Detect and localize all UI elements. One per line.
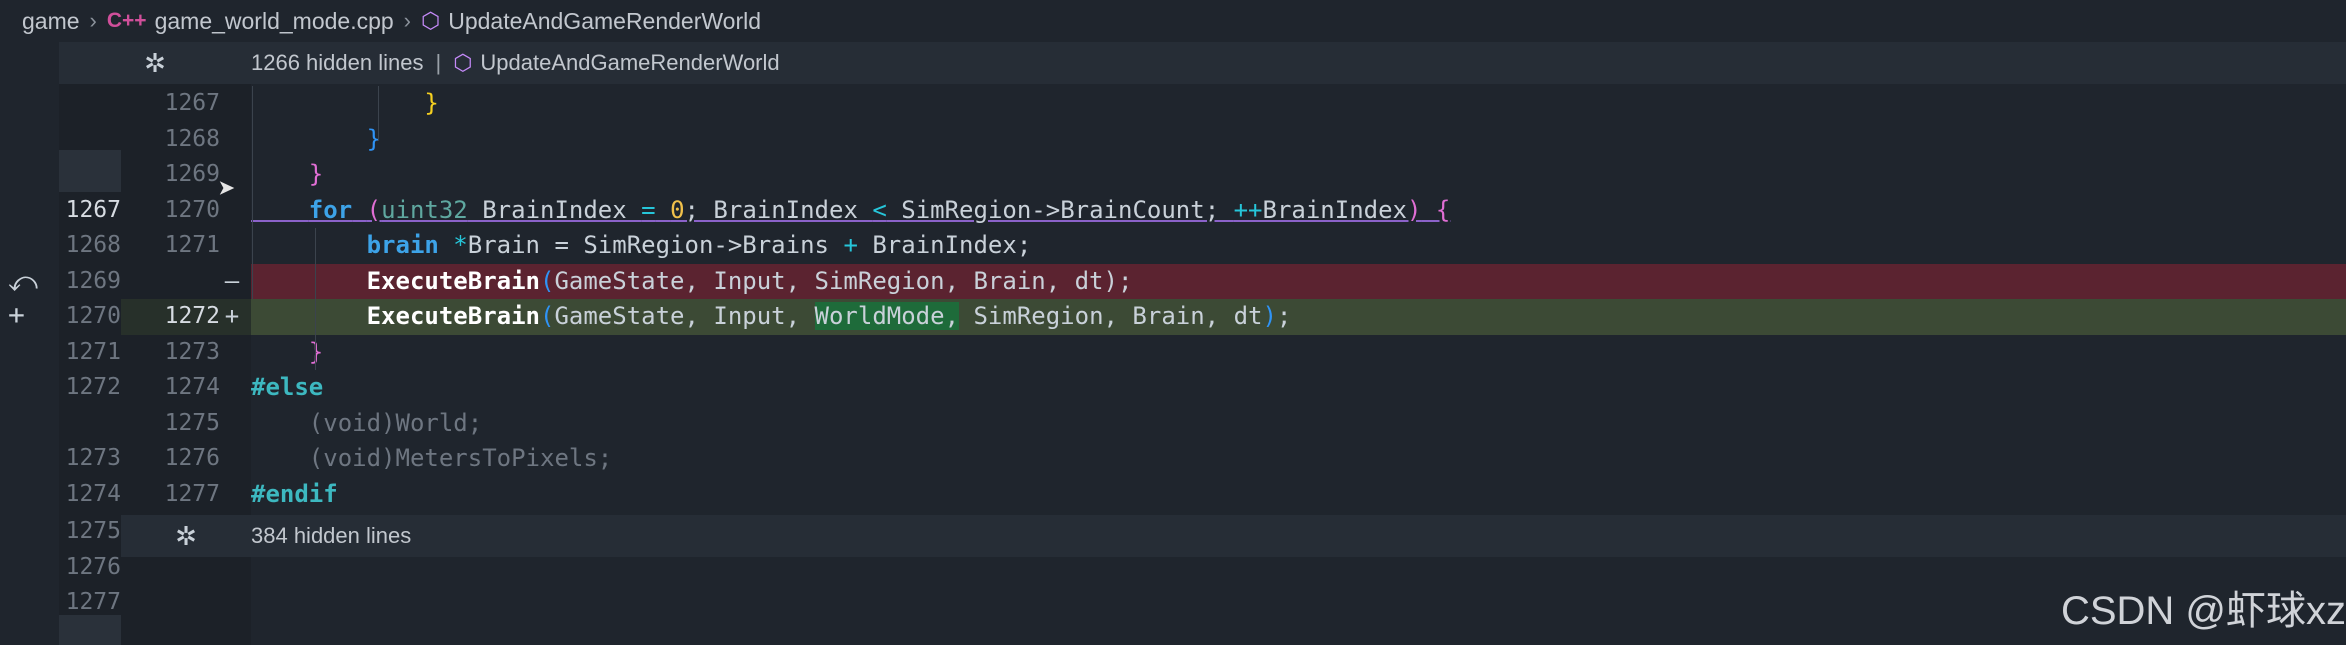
- modified-line-number: 1272: [164, 303, 220, 329]
- divider: |: [435, 50, 442, 75]
- diff-row: 1268 }: [0, 122, 2346, 158]
- modified-line-number: 1267: [164, 90, 220, 116]
- modified-line-number: 1277: [164, 480, 220, 507]
- original-line-number: 1276: [65, 554, 121, 580]
- chevron-right-icon: ›: [89, 8, 97, 33]
- breadcrumb-file[interactable]: game_world_mode.cpp: [155, 8, 394, 35]
- breadcrumb: game › C++ game_world_mode.cpp › ⬡ Updat…: [0, 0, 2346, 42]
- code-line: }: [251, 157, 323, 193]
- code-line: }: [251, 86, 439, 122]
- diff-row: 1267 1270 for (uint32 BrainIndex = 0; Br…: [0, 193, 2346, 229]
- original-line-number: 1271: [65, 338, 121, 365]
- modified-line-number: 1275: [164, 409, 220, 436]
- revert-icon[interactable]: ⤺: [8, 265, 38, 299]
- added-marker: +: [224, 302, 240, 330]
- diff-row: 1269 }: [0, 157, 2346, 193]
- breadcrumb-symbol[interactable]: UpdateAndGameRenderWorld: [448, 8, 761, 35]
- diff-row: 1277: [0, 585, 2346, 621]
- modified-line-number: 1269: [164, 161, 220, 187]
- indent-guide: [378, 86, 379, 141]
- diff-row-added: 1270 1272 + ExecuteBrain(GameState, Inpu…: [0, 299, 2346, 335]
- original-line-number: [59, 122, 121, 158]
- original-line-number: [59, 406, 121, 442]
- code-line: #else: [251, 373, 324, 401]
- original-line-number: 1269: [65, 267, 121, 294]
- diff-row-deleted: 1269 — ExecuteBrain(GameState, Input, Si…: [0, 263, 2346, 300]
- cube-icon: ⬡: [453, 50, 473, 75]
- code-line: ExecuteBrain(GameState, Input, SimRegion…: [366, 266, 1133, 295]
- original-line-number: 1267: [65, 196, 121, 223]
- brace: }: [308, 160, 324, 188]
- code-line: }: [308, 337, 324, 366]
- mouse-pointer-icon: ➤: [218, 172, 237, 207]
- original-line-number: 1274: [65, 480, 121, 507]
- original-line-number: 1273: [65, 445, 121, 471]
- hidden-lines-bar-top[interactable]: ✲ 1266 hidden lines | ⬡ UpdateAndGameRen…: [59, 42, 2346, 84]
- cube-icon: ⬡: [421, 8, 441, 33]
- indent-guide: [252, 86, 253, 299]
- modified-line-number: 1276: [164, 445, 220, 471]
- add-icon[interactable]: +: [8, 298, 25, 331]
- code-line: brain *Brain = SimRegion->Brains + Brain…: [366, 231, 1032, 259]
- watermark: CSDN @虾球xz: [2060, 589, 2346, 633]
- hidden-lines-label: 1266 hidden lines: [251, 50, 424, 75]
- code-line: (void)World;: [308, 408, 483, 437]
- code-line: for (uint32 BrainIndex = 0; BrainIndex <…: [308, 195, 1451, 224]
- modified-line-number: 1273: [164, 338, 220, 365]
- original-line-number: [59, 157, 121, 193]
- original-line-number: 1275: [65, 518, 121, 544]
- code-line: }: [251, 122, 381, 158]
- diff-row: 1267 }: [0, 86, 2346, 122]
- deleted-marker: —: [224, 266, 240, 295]
- diff-row: 1273 1276 (void)MetersToPixels;: [0, 441, 2346, 477]
- chevron-right-icon: ›: [403, 8, 411, 33]
- modified-line-number: 1270: [164, 196, 220, 223]
- code-line: ExecuteBrain(GameState, Input, WorldMode…: [366, 302, 1292, 330]
- diff-row: 1276: [0, 550, 2346, 586]
- original-line-number: 1272: [65, 374, 121, 400]
- diff-row: 1274 1277 #endif: [0, 477, 2346, 513]
- modified-line-number: 1268: [164, 125, 220, 152]
- diff-row: 1275: [0, 514, 2346, 550]
- hidden-lines-symbol[interactable]: UpdateAndGameRenderWorld: [480, 50, 779, 76]
- unfold-icon[interactable]: ✲: [59, 48, 251, 79]
- diff-row: 1272 1274 #else: [0, 370, 2346, 406]
- diff-row: 1271 1273 }: [0, 335, 2346, 371]
- modified-line-number: [150, 264, 220, 300]
- original-line-number: 1268: [65, 232, 121, 258]
- diff-row: 1275 (void)World;: [0, 406, 2346, 442]
- brace: }: [424, 89, 439, 117]
- breadcrumb-folder[interactable]: game: [22, 8, 80, 35]
- modified-line-number: 1274: [164, 374, 220, 400]
- cpp-file-icon: C++: [106, 9, 147, 32]
- original-line-number: 1277: [65, 589, 121, 615]
- original-line-number: 1270: [65, 303, 121, 329]
- code-line: (void)MetersToPixels;: [308, 444, 613, 472]
- inserted-word: WorldMode,: [814, 302, 960, 330]
- code-line: #endif: [251, 479, 338, 508]
- original-line-number: [59, 86, 121, 122]
- modified-line-number: 1271: [164, 232, 220, 258]
- diff-row: 1268 1271 brain *Brain = SimRegion->Brai…: [0, 228, 2346, 264]
- indent-guide: [315, 228, 316, 370]
